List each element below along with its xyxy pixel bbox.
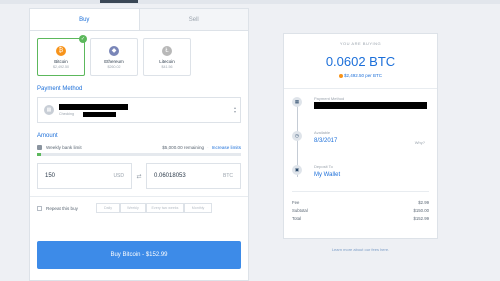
clock-icon: ◷ bbox=[292, 131, 302, 141]
limit-label: Weekly bank limit bbox=[46, 145, 82, 150]
repeat-label: Repeat this buy bbox=[46, 205, 78, 211]
increase-limits-link[interactable]: Increase limits bbox=[212, 145, 241, 150]
summary-payment-method: ▦ Payment Method bbox=[292, 89, 437, 123]
limit-progress-fill bbox=[37, 153, 42, 156]
deposit-value: My Wallet bbox=[314, 172, 341, 178]
row-value: $150.00 bbox=[413, 208, 429, 213]
limit-progress-bar bbox=[37, 153, 241, 156]
usd-amount-input[interactable]: 150 USD bbox=[37, 163, 132, 189]
top-strip bbox=[0, 0, 500, 4]
row-label: Subtotal bbox=[292, 208, 308, 213]
summary-deposit: ▣ Deposit To My Wallet bbox=[292, 157, 437, 191]
coin-price: $41.56 bbox=[161, 64, 173, 69]
repeat-option-monthly[interactable]: Monthly bbox=[184, 203, 212, 213]
btc-value: 0.06018053 bbox=[154, 173, 186, 179]
wallet-icon: ▣ bbox=[292, 165, 302, 175]
buy-bitcoin-button[interactable]: Buy Bitcoin - $152.99 bbox=[37, 241, 241, 269]
fee-row: Fee $2.99 bbox=[292, 200, 429, 205]
bitcoin-icon bbox=[338, 73, 343, 78]
row-label: Fee bbox=[292, 200, 300, 205]
deposit-label: Deposit To bbox=[314, 164, 333, 169]
usd-value: 150 bbox=[45, 173, 56, 179]
bank-icon: ▦ bbox=[292, 97, 302, 107]
coin-name: Ethereum bbox=[104, 58, 124, 64]
fee-summary: Fee $2.99 Subtotal $150.00 Total $152.99 bbox=[284, 192, 437, 221]
redacted-bank-name bbox=[59, 104, 128, 110]
coin-name: Bitcoin bbox=[54, 58, 68, 64]
btc-amount-input[interactable]: 0.06018053 BTC bbox=[146, 163, 241, 189]
available-label: Available bbox=[314, 130, 331, 135]
row-value: $152.99 bbox=[413, 216, 429, 221]
repeat-option-daily[interactable]: Daily bbox=[96, 203, 120, 213]
trade-panel: Buy Sell ✓ ₿ Bitcoin $2,492.50 ◆ Ethereu… bbox=[29, 8, 249, 281]
separator: · bbox=[207, 145, 209, 150]
payment-method-label: Payment Method bbox=[314, 96, 345, 101]
learn-more-fees-link[interactable]: Learn more about our fees here. bbox=[283, 247, 438, 252]
coin-selector: ✓ ₿ Bitcoin $2,492.50 ◆ Ethereum $260.02… bbox=[30, 31, 248, 76]
coin-option-bitcoin[interactable]: ✓ ₿ Bitcoin $2,492.50 bbox=[37, 35, 87, 76]
active-nav-indicator bbox=[100, 0, 138, 3]
limit-remaining: $5,000.00 remaining bbox=[162, 145, 205, 150]
order-timeline: ▦ Payment Method ◷ Available 8/3/2017 Wh… bbox=[284, 89, 437, 191]
payment-method-select[interactable]: ▦ Checking ▴ ▾ bbox=[37, 97, 241, 123]
row-value: $2.99 bbox=[418, 200, 429, 205]
ethereum-icon: ◆ bbox=[109, 45, 119, 56]
repeat-option-every-two-weeks[interactable]: Every two weeks bbox=[146, 203, 184, 213]
order-summary-panel: YOU ARE BUYING 0.0602 BTC $2,492.50 per … bbox=[283, 33, 438, 239]
coin-price: $2,492.50 bbox=[53, 64, 69, 69]
coin-price: $260.02 bbox=[107, 64, 121, 69]
usd-currency: USD bbox=[113, 173, 124, 179]
repeat-checkbox[interactable] bbox=[37, 205, 42, 211]
redacted-account-number bbox=[83, 112, 116, 117]
summary-available: ◷ Available 8/3/2017 Why? bbox=[292, 123, 437, 157]
bitcoin-icon: ₿ bbox=[56, 45, 66, 56]
buy-amount: 0.0602 BTC bbox=[325, 54, 396, 69]
coin-option-ethereum[interactable]: ◆ Ethereum $260.02 bbox=[90, 38, 138, 76]
redacted-payment-method bbox=[314, 102, 427, 109]
you-are-buying-label: YOU ARE BUYING bbox=[339, 41, 382, 46]
account-type: Checking bbox=[59, 112, 74, 116]
check-icon: ✓ bbox=[79, 35, 87, 43]
bank-limit-icon bbox=[37, 145, 42, 150]
swap-icon[interactable]: ⇄ bbox=[132, 173, 146, 180]
subtotal-row: Subtotal $150.00 bbox=[292, 208, 429, 213]
limit-row: Weekly bank limit $5,000.00 remaining · … bbox=[30, 139, 248, 150]
repeat-option-weekly[interactable]: Weekly bbox=[120, 203, 146, 213]
why-link[interactable]: Why? bbox=[415, 140, 425, 145]
coin-option-litecoin[interactable]: Ł Litecoin $41.56 bbox=[143, 38, 191, 76]
amount-inputs: 150 USD ⇄ 0.06018053 BTC bbox=[30, 156, 248, 189]
payment-method-title: Payment Method bbox=[37, 86, 83, 92]
price-per-btc: $2,492.50 per BTC bbox=[284, 73, 437, 78]
coin-name: Litecoin bbox=[159, 58, 175, 64]
bank-icon: ▦ bbox=[44, 105, 54, 115]
repeat-row: Repeat this buy Daily Weekly Every two w… bbox=[30, 196, 248, 213]
row-label: Total bbox=[292, 216, 302, 221]
btc-currency: BTC bbox=[223, 173, 233, 179]
select-arrows-icon: ▴ ▾ bbox=[233, 105, 236, 114]
tab-buy[interactable]: Buy bbox=[30, 9, 140, 30]
trade-tabs: Buy Sell bbox=[30, 9, 248, 31]
repeat-frequency-options: Daily Weekly Every two weeks Monthly bbox=[96, 203, 212, 213]
tab-sell[interactable]: Sell bbox=[139, 9, 248, 30]
price-per-btc-text: $2,492.50 per BTC bbox=[343, 73, 383, 78]
litecoin-icon: Ł bbox=[162, 45, 172, 56]
total-row: Total $152.99 bbox=[292, 216, 429, 221]
